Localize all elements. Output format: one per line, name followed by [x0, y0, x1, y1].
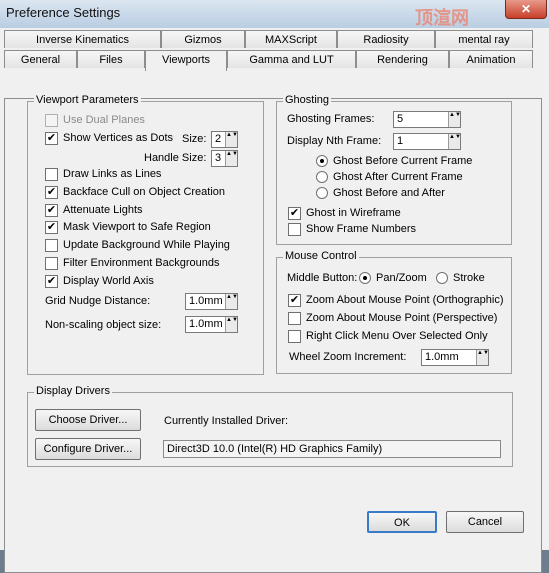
use-dual-planes-checkbox[interactable] [45, 114, 58, 127]
wheel-zoom-spinner[interactable]: 1.0mm ▲▼ [421, 349, 489, 366]
tab-general[interactable]: General [4, 50, 77, 68]
grid-nudge-value: 1.0mm [189, 295, 223, 307]
update-background-checkbox[interactable] [45, 239, 58, 252]
tab-animation[interactable]: Animation [449, 50, 533, 68]
display-nth-label: Display Nth Frame: [287, 135, 382, 147]
size-label: Size: [182, 133, 207, 145]
tab-rendering[interactable]: Rendering [356, 50, 449, 68]
group-title: Ghosting [283, 94, 332, 106]
right-click-checkbox[interactable] [288, 330, 301, 343]
size-spinner[interactable]: 2 ▲▼ [211, 131, 238, 148]
tab-viewports[interactable]: Viewports [145, 50, 227, 71]
filter-env-checkbox[interactable] [45, 257, 58, 270]
tab-inverse-kinematics[interactable]: Inverse Kinematics [4, 30, 161, 48]
handle-size-spinner[interactable]: 3 ▲▼ [211, 150, 238, 167]
size-value: 2 [215, 133, 222, 145]
pan-zoom-radio[interactable] [359, 272, 371, 284]
spinner-arrows-icon[interactable]: ▲▼ [448, 134, 461, 149]
cancel-button[interactable]: Cancel [446, 511, 524, 533]
group-title: Viewport Parameters [34, 94, 141, 106]
tab-files[interactable]: Files [77, 50, 145, 68]
filter-env-label: Filter Environment Backgrounds [63, 257, 220, 269]
non-scaling-spinner[interactable]: 1.0mm ▲▼ [185, 316, 238, 333]
watermark-logo: 顶渲网 [415, 8, 469, 28]
draw-links-label: Draw Links as Lines [63, 168, 162, 180]
ghost-wireframe-checkbox[interactable]: ✔ [288, 207, 301, 220]
ghost-after-label: Ghost After Current Frame [333, 171, 463, 183]
spinner-arrows-icon[interactable]: ▲▼ [225, 317, 238, 332]
ghost-before-after-radio[interactable] [316, 187, 328, 199]
group-title: Display Drivers [34, 385, 112, 397]
display-world-axis-checkbox[interactable]: ✔ [45, 275, 58, 288]
attenuate-lights-checkbox[interactable]: ✔ [45, 204, 58, 217]
group-title: Mouse Control [283, 250, 359, 262]
zoom-persp-checkbox[interactable] [288, 312, 301, 325]
zoom-persp-label: Zoom About Mouse Point (Perspective) [306, 312, 498, 324]
display-nth-spinner[interactable]: 1 ▲▼ [393, 133, 461, 150]
zoom-ortho-checkbox[interactable]: ✔ [288, 294, 301, 307]
tab-gamma-and-lut[interactable]: Gamma and LUT [227, 50, 356, 68]
spinner-arrows-icon[interactable]: ▲▼ [225, 294, 238, 309]
wheel-zoom-label: Wheel Zoom Increment: [289, 351, 407, 363]
title-bar: Preference Settings 顶渲网 ✕ [0, 0, 549, 28]
spinner-arrows-icon[interactable]: ▲▼ [225, 132, 238, 147]
ghosting-frames-spinner[interactable]: 5 ▲▼ [393, 111, 461, 128]
handle-size-value: 3 [215, 152, 222, 164]
ok-button[interactable]: OK [367, 511, 437, 533]
mask-viewport-checkbox[interactable]: ✔ [45, 221, 58, 234]
ghost-after-radio[interactable] [316, 171, 328, 183]
mask-viewport-label: Mask Viewport to Safe Region [63, 221, 211, 233]
display-world-axis-label: Display World Axis [63, 275, 154, 287]
ghost-before-after-label: Ghost Before and After [333, 187, 445, 199]
ghost-wireframe-label: Ghost in Wireframe [306, 207, 401, 219]
middle-button-label: Middle Button: [287, 272, 358, 284]
attenuate-lights-label: Attenuate Lights [63, 204, 143, 216]
tab-radiosity[interactable]: Radiosity [337, 30, 435, 48]
installed-driver-label: Currently Installed Driver: [164, 415, 289, 427]
pan-zoom-label: Pan/Zoom [376, 272, 427, 284]
ghost-before-radio[interactable] [316, 155, 328, 167]
zoom-ortho-label: Zoom About Mouse Point (Orthographic) [306, 294, 504, 306]
configure-driver-button[interactable]: Configure Driver... [35, 438, 141, 460]
non-scaling-label: Non-scaling object size: [45, 319, 162, 331]
backface-cull-label: Backface Cull on Object Creation [63, 186, 226, 198]
display-nth-value: 1 [397, 135, 404, 147]
non-scaling-value: 1.0mm [189, 318, 223, 330]
update-background-label: Update Background While Playing [63, 239, 230, 251]
handle-size-label: Handle Size: [144, 152, 207, 164]
tab-mental-ray[interactable]: mental ray [435, 30, 533, 48]
spinner-arrows-icon[interactable]: ▲▼ [448, 112, 461, 127]
installed-driver-field: Direct3D 10.0 (Intel(R) HD Graphics Fami… [163, 440, 501, 458]
ghosting-frames-value: 5 [397, 113, 404, 125]
draw-links-checkbox[interactable] [45, 168, 58, 181]
spinner-arrows-icon[interactable]: ▲▼ [476, 350, 489, 365]
ghosting-frames-label: Ghosting Frames: [287, 113, 375, 125]
grid-nudge-spinner[interactable]: 1.0mm ▲▼ [185, 293, 238, 310]
show-frame-numbers-checkbox[interactable] [288, 223, 301, 236]
right-click-label: Right Click Menu Over Selected Only [306, 330, 488, 342]
close-button[interactable]: ✕ [505, 0, 547, 19]
choose-driver-button[interactable]: Choose Driver... [35, 409, 141, 431]
spinner-arrows-icon[interactable]: ▲▼ [225, 151, 238, 166]
stroke-radio[interactable] [436, 272, 448, 284]
stroke-label: Stroke [453, 272, 485, 284]
window-title: Preference Settings [6, 5, 121, 20]
grid-nudge-label: Grid Nudge Distance: [45, 295, 151, 307]
show-vertices-label: Show Vertices as Dots [63, 132, 174, 144]
ghost-before-label: Ghost Before Current Frame [333, 155, 473, 167]
show-frame-numbers-label: Show Frame Numbers [306, 223, 417, 235]
use-dual-planes-label: Use Dual Planes [63, 114, 145, 126]
backface-cull-checkbox[interactable]: ✔ [45, 186, 58, 199]
tab-gizmos[interactable]: Gizmos [161, 30, 245, 48]
wheel-zoom-value: 1.0mm [425, 351, 459, 363]
tab-maxscript[interactable]: MAXScript [245, 30, 337, 48]
show-vertices-checkbox[interactable]: ✔ [45, 132, 58, 145]
